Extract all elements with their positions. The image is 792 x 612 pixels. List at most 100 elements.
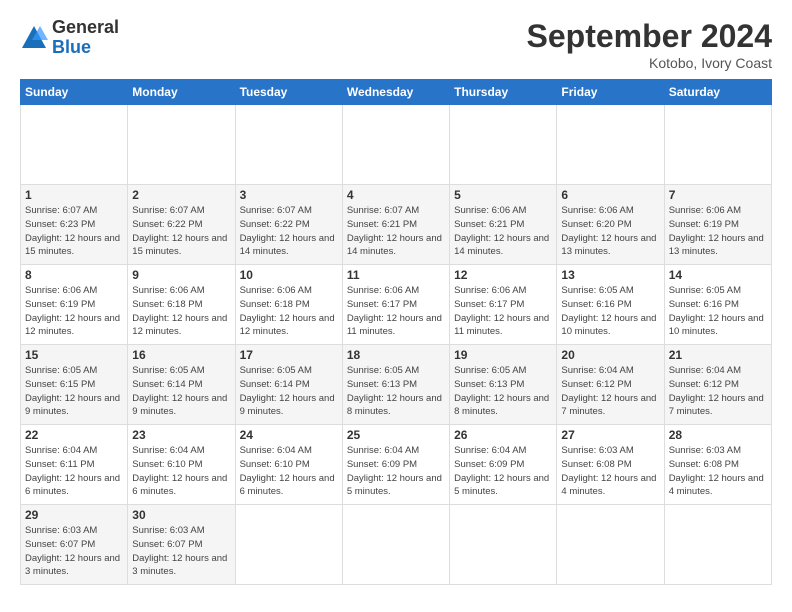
day-info: Sunrise: 6:03 AMSunset: 6:07 PMDaylight:… (25, 524, 123, 579)
day-info: Sunrise: 6:04 AMSunset: 6:12 PMDaylight:… (669, 364, 767, 419)
day-number: 15 (25, 348, 123, 362)
day-info: Sunrise: 6:05 AMSunset: 6:13 PMDaylight:… (454, 364, 552, 419)
day-info: Sunrise: 6:05 AMSunset: 6:15 PMDaylight:… (25, 364, 123, 419)
day-number: 22 (25, 428, 123, 442)
table-row: 28 Sunrise: 6:03 AMSunset: 6:08 PMDayligh… (664, 425, 771, 505)
col-sunday: Sunday (21, 80, 128, 105)
table-row: 24 Sunrise: 6:04 AMSunset: 6:10 PMDayligh… (235, 425, 342, 505)
month-title: September 2024 (527, 18, 772, 55)
day-number: 20 (561, 348, 659, 362)
day-info: Sunrise: 6:07 AMSunset: 6:21 PMDaylight:… (347, 204, 445, 259)
col-thursday: Thursday (450, 80, 557, 105)
day-info: Sunrise: 6:04 AMSunset: 6:09 PMDaylight:… (347, 444, 445, 499)
day-info: Sunrise: 6:07 AMSunset: 6:23 PMDaylight:… (25, 204, 123, 259)
col-friday: Friday (557, 80, 664, 105)
table-row (342, 105, 449, 185)
day-number: 27 (561, 428, 659, 442)
day-number: 17 (240, 348, 338, 362)
calendar-week-row: 29 Sunrise: 6:03 AMSunset: 6:07 PMDayligh… (21, 505, 772, 585)
day-info: Sunrise: 6:06 AMSunset: 6:17 PMDaylight:… (454, 284, 552, 339)
day-number: 28 (669, 428, 767, 442)
calendar-week-row: 22 Sunrise: 6:04 AMSunset: 6:11 PMDayligh… (21, 425, 772, 505)
table-row: 8Sunrise: 6:06 AMSunset: 6:19 PMDaylight… (21, 265, 128, 345)
day-info: Sunrise: 6:03 AMSunset: 6:08 PMDaylight:… (669, 444, 767, 499)
table-row: 12Sunrise: 6:06 AMSunset: 6:17 PMDayligh… (450, 265, 557, 345)
table-row: 29 Sunrise: 6:03 AMSunset: 6:07 PMDayligh… (21, 505, 128, 585)
day-info: Sunrise: 6:04 AMSunset: 6:10 PMDaylight:… (240, 444, 338, 499)
table-row (557, 505, 664, 585)
day-info: Sunrise: 6:06 AMSunset: 6:20 PMDaylight:… (561, 204, 659, 259)
table-row: 18Sunrise: 6:05 AMSunset: 6:13 PMDayligh… (342, 345, 449, 425)
day-number: 1 (25, 188, 123, 202)
day-info: Sunrise: 6:05 AMSunset: 6:14 PMDaylight:… (132, 364, 230, 419)
col-saturday: Saturday (664, 80, 771, 105)
table-row: 26Sunrise: 6:04 AMSunset: 6:09 PMDayligh… (450, 425, 557, 505)
col-monday: Monday (128, 80, 235, 105)
day-number: 4 (347, 188, 445, 202)
day-info: Sunrise: 6:06 AMSunset: 6:17 PMDaylight:… (347, 284, 445, 339)
table-row: 25Sunrise: 6:04 AMSunset: 6:09 PMDayligh… (342, 425, 449, 505)
table-row: 22 Sunrise: 6:04 AMSunset: 6:11 PMDayligh… (21, 425, 128, 505)
header: General Blue September 2024 Kotobo, Ivor… (20, 18, 772, 71)
table-row (450, 505, 557, 585)
day-info: Sunrise: 6:07 AMSunset: 6:22 PMDaylight:… (240, 204, 338, 259)
day-number: 21 (669, 348, 767, 362)
day-info: Sunrise: 6:06 AMSunset: 6:19 PMDaylight:… (669, 204, 767, 259)
logo-text: General Blue (52, 18, 119, 58)
table-row: 1 Sunrise: 6:07 AMSunset: 6:23 PMDaylight… (21, 185, 128, 265)
day-number: 30 (132, 508, 230, 522)
day-info: Sunrise: 6:04 AMSunset: 6:10 PMDaylight:… (132, 444, 230, 499)
calendar-header-row: Sunday Monday Tuesday Wednesday Thursday… (21, 80, 772, 105)
day-number: 18 (347, 348, 445, 362)
table-row: 2 Sunrise: 6:07 AMSunset: 6:22 PMDaylight… (128, 185, 235, 265)
logo: General Blue (20, 18, 119, 58)
day-info: Sunrise: 6:06 AMSunset: 6:18 PMDaylight:… (240, 284, 338, 339)
day-info: Sunrise: 6:06 AMSunset: 6:21 PMDaylight:… (454, 204, 552, 259)
day-number: 19 (454, 348, 552, 362)
table-row: 20Sunrise: 6:04 AMSunset: 6:12 PMDayligh… (557, 345, 664, 425)
day-info: Sunrise: 6:05 AMSunset: 6:16 PMDaylight:… (561, 284, 659, 339)
table-row: 19 Sunrise: 6:05 AMSunset: 6:13 PMDayligh… (450, 345, 557, 425)
table-row (664, 105, 771, 185)
table-row: 14Sunrise: 6:05 AMSunset: 6:16 PMDayligh… (664, 265, 771, 345)
day-number: 24 (240, 428, 338, 442)
day-number: 29 (25, 508, 123, 522)
table-row: 10 Sunrise: 6:06 AMSunset: 6:18 PMDayligh… (235, 265, 342, 345)
logo-blue-text: Blue (52, 38, 119, 58)
day-number: 13 (561, 268, 659, 282)
table-row (128, 105, 235, 185)
table-row: 6 Sunrise: 6:06 AMSunset: 6:20 PMDaylight… (557, 185, 664, 265)
table-row (342, 505, 449, 585)
table-row: 21 Sunrise: 6:04 AMSunset: 6:12 PMDayligh… (664, 345, 771, 425)
table-row (235, 505, 342, 585)
day-info: Sunrise: 6:04 AMSunset: 6:09 PMDaylight:… (454, 444, 552, 499)
table-row: 11Sunrise: 6:06 AMSunset: 6:17 PMDayligh… (342, 265, 449, 345)
table-row (21, 105, 128, 185)
table-row: 17 Sunrise: 6:05 AMSunset: 6:14 PMDayligh… (235, 345, 342, 425)
col-wednesday: Wednesday (342, 80, 449, 105)
table-row: 23Sunrise: 6:04 AMSunset: 6:10 PMDayligh… (128, 425, 235, 505)
day-number: 16 (132, 348, 230, 362)
day-info: Sunrise: 6:07 AMSunset: 6:22 PMDaylight:… (132, 204, 230, 259)
calendar-table: Sunday Monday Tuesday Wednesday Thursday… (20, 79, 772, 585)
day-info: Sunrise: 6:04 AMSunset: 6:11 PMDaylight:… (25, 444, 123, 499)
calendar-week-row: 1 Sunrise: 6:07 AMSunset: 6:23 PMDaylight… (21, 185, 772, 265)
page: General Blue September 2024 Kotobo, Ivor… (0, 0, 792, 612)
day-number: 7 (669, 188, 767, 202)
day-number: 14 (669, 268, 767, 282)
day-info: Sunrise: 6:06 AMSunset: 6:18 PMDaylight:… (132, 284, 230, 339)
day-info: Sunrise: 6:03 AMSunset: 6:07 PMDaylight:… (132, 524, 230, 579)
table-row: 27 Sunrise: 6:03 AMSunset: 6:08 PMDayligh… (557, 425, 664, 505)
table-row: 15 Sunrise: 6:05 AMSunset: 6:15 PMDayligh… (21, 345, 128, 425)
day-number: 6 (561, 188, 659, 202)
day-info: Sunrise: 6:03 AMSunset: 6:08 PMDaylight:… (561, 444, 659, 499)
day-number: 10 (240, 268, 338, 282)
table-row: 3 Sunrise: 6:07 AMSunset: 6:22 PMDaylight… (235, 185, 342, 265)
table-row: 5Sunrise: 6:06 AMSunset: 6:21 PMDaylight… (450, 185, 557, 265)
calendar-week-row (21, 105, 772, 185)
title-block: September 2024 Kotobo, Ivory Coast (527, 18, 772, 71)
day-number: 3 (240, 188, 338, 202)
day-info: Sunrise: 6:05 AMSunset: 6:14 PMDaylight:… (240, 364, 338, 419)
day-number: 2 (132, 188, 230, 202)
table-row: 7 Sunrise: 6:06 AMSunset: 6:19 PMDaylight… (664, 185, 771, 265)
